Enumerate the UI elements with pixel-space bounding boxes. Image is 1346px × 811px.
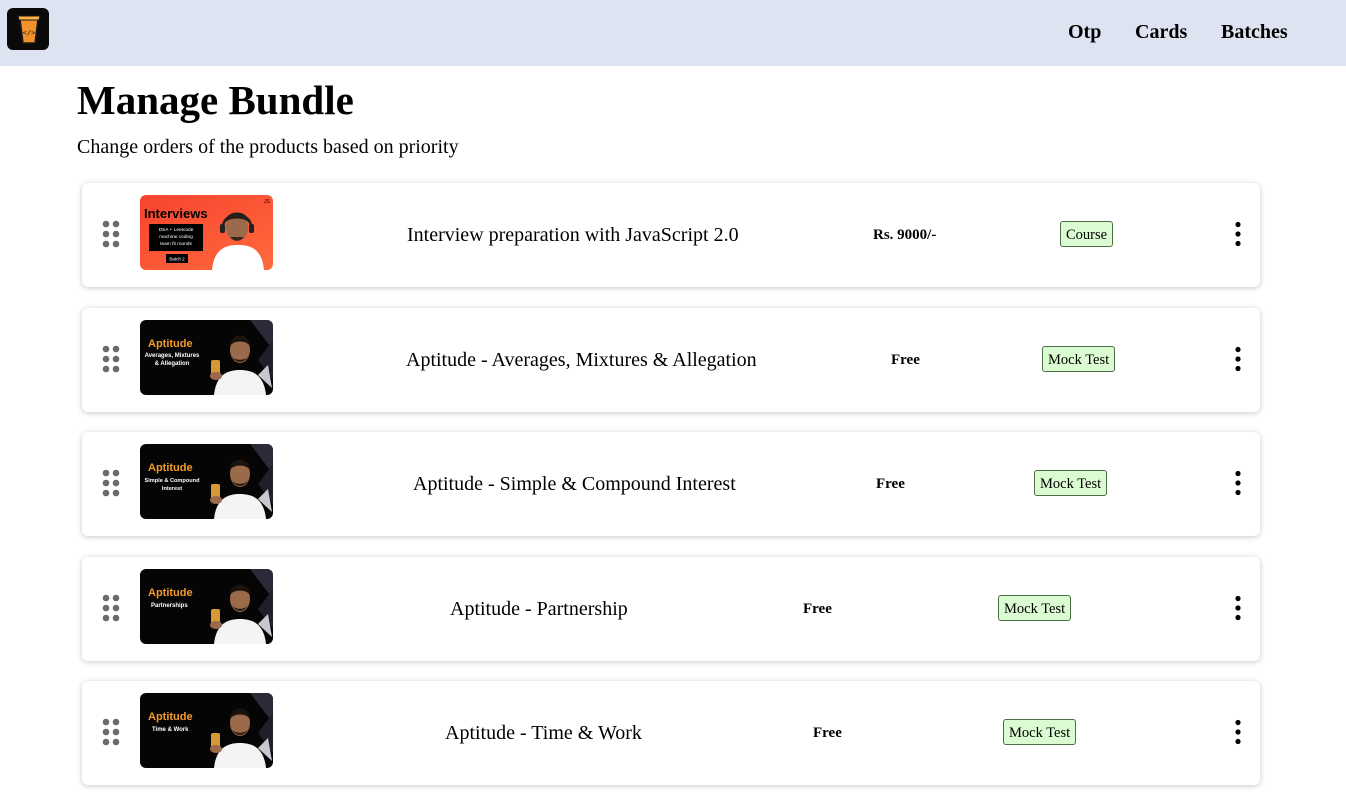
- thumb-heading: Aptitude: [148, 462, 193, 474]
- thumb-line: Partnerships: [151, 603, 188, 609]
- page-title: Manage Bundle: [77, 77, 354, 123]
- product-card[interactable]: Interviews DSA + Leetcode machine coding…: [82, 183, 1260, 287]
- product-type-badge: Mock Test: [1034, 470, 1108, 496]
- thumb-line: Simple & Compound: [144, 478, 200, 484]
- product-name: Aptitude - Simple & Compound Interest: [413, 473, 736, 495]
- product-name: Aptitude - Partnership: [450, 598, 628, 620]
- product-card[interactable]: Aptitude Averages, Mixtures & Allegation…: [82, 308, 1260, 412]
- thumb-heading: Aptitude: [148, 587, 193, 599]
- thumb-heading: Aptitude: [148, 338, 193, 350]
- top-navbar: </> Otp Cards Batches: [0, 0, 1346, 66]
- product-name: Interview preparation with JavaScript 2.…: [407, 224, 739, 246]
- product-price: Free: [876, 476, 905, 492]
- app-logo-icon[interactable]: </>: [7, 8, 49, 50]
- drag-handle-icon[interactable]: [102, 594, 120, 622]
- drag-handle-icon[interactable]: [102, 220, 120, 248]
- svg-text:</>: </>: [23, 29, 36, 37]
- product-type-badge: Mock Test: [1003, 719, 1077, 745]
- drag-handle-icon[interactable]: [102, 718, 120, 746]
- thumb-line: Interest: [162, 486, 182, 492]
- thumb-line: & Allegation: [155, 361, 190, 367]
- product-thumbnail: Aptitude Averages, Mixtures & Allegation: [140, 320, 273, 395]
- product-price: Free: [813, 725, 842, 741]
- product-card[interactable]: Aptitude Time & Work Aptitude - Time & W…: [82, 681, 1260, 785]
- thumb-line: Averages, Mixtures: [145, 353, 200, 359]
- product-type-badge: Course: [1060, 221, 1114, 247]
- product-thumbnail: Interviews DSA + Leetcode machine coding…: [140, 195, 273, 270]
- thumb-line: team fit rounds: [160, 241, 192, 247]
- more-options-icon[interactable]: [1230, 595, 1246, 621]
- drag-handle-icon[interactable]: [102, 345, 120, 373]
- product-price: Free: [891, 352, 920, 368]
- thumb-line: machine coding: [159, 234, 193, 240]
- page-subtitle: Change orders of the products based on p…: [77, 136, 459, 158]
- more-options-icon[interactable]: [1230, 470, 1246, 496]
- product-thumbnail: Aptitude Simple & Compound Interest: [140, 444, 273, 519]
- product-card[interactable]: Aptitude Partnerships Aptitude - Partner…: [82, 557, 1260, 661]
- product-name: Aptitude - Time & Work: [445, 722, 642, 744]
- thumb-heading: Interviews: [144, 206, 208, 221]
- thumb-corner: JS: [264, 199, 271, 205]
- more-options-icon[interactable]: [1230, 346, 1246, 372]
- product-price: Rs. 9000/-: [873, 227, 937, 243]
- product-name: Aptitude - Averages, Mixtures & Allegati…: [406, 349, 757, 371]
- product-thumbnail: Aptitude Time & Work: [140, 693, 273, 768]
- product-type-badge: Mock Test: [1042, 346, 1116, 372]
- product-card[interactable]: Aptitude Simple & Compound Interest Apti…: [82, 432, 1260, 536]
- nav-batches[interactable]: Batches: [1221, 20, 1288, 44]
- product-price: Free: [803, 601, 832, 617]
- product-thumbnail: Aptitude Partnerships: [140, 569, 273, 644]
- thumb-heading: Aptitude: [148, 711, 193, 723]
- thumb-line: Time & Work: [152, 727, 189, 733]
- nav-cards[interactable]: Cards: [1135, 20, 1187, 44]
- more-options-icon[interactable]: [1230, 221, 1246, 247]
- product-type-badge: Mock Test: [998, 595, 1072, 621]
- drag-handle-icon[interactable]: [102, 469, 120, 497]
- nav-otp[interactable]: Otp: [1068, 20, 1101, 44]
- more-options-icon[interactable]: [1230, 719, 1246, 745]
- thumb-badge: Batch 2: [169, 257, 185, 262]
- thumb-line: DSA + Leetcode: [159, 227, 194, 233]
